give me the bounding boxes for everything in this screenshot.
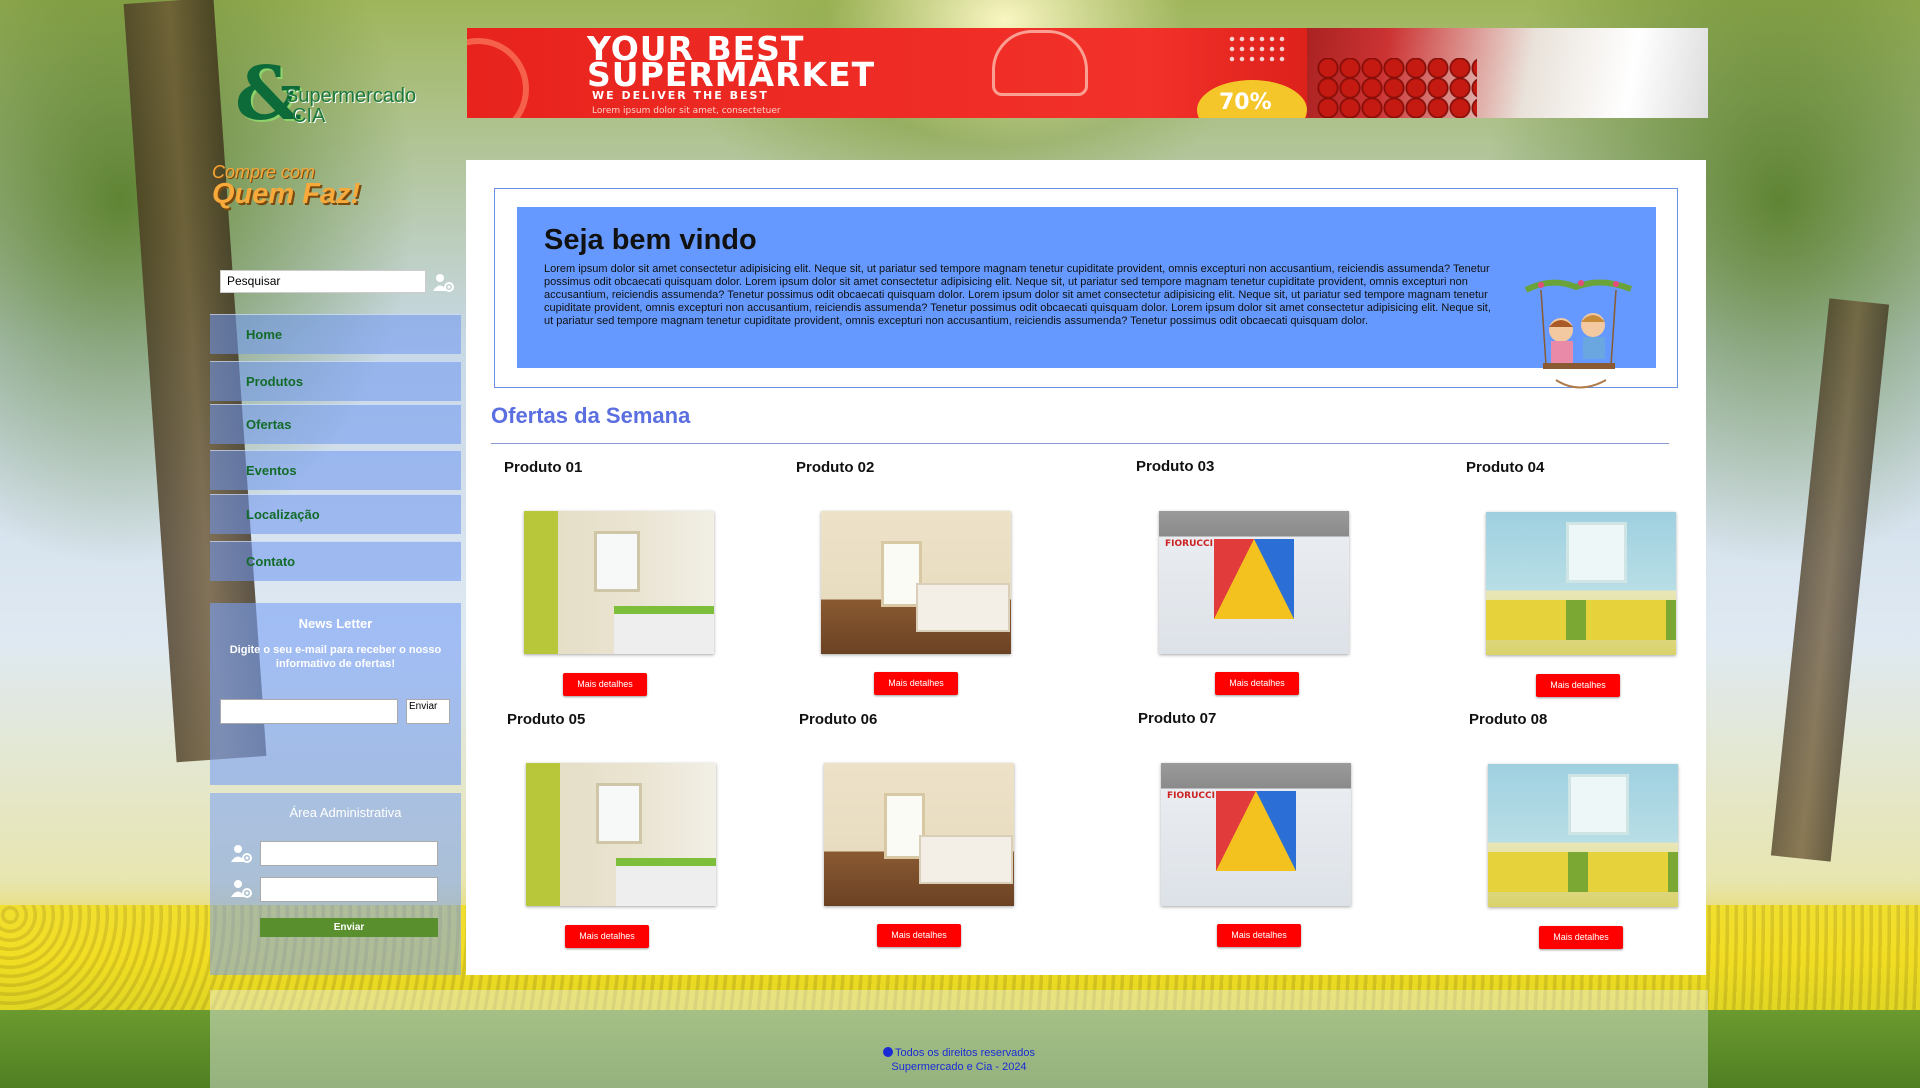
newsletter-panel: News Letter Digite o seu e-mail para rec… [210, 603, 461, 785]
globe-icon [882, 1047, 893, 1057]
welcome-text: Lorem ipsum dolor sit amet consectetur a… [544, 263, 1491, 327]
welcome-title: Seja bem vindo [544, 224, 757, 256]
site-logo[interactable]: & Supermercado CIA [235, 57, 435, 145]
footer-company: Supermercado e Cia - 2024 [891, 1060, 1027, 1073]
newsletter-submit-button[interactable]: Enviar [406, 699, 450, 724]
nav-item-localizacao[interactable]: Localização [210, 494, 461, 534]
product-image[interactable] [1488, 764, 1678, 907]
nav-item-label: Localização [246, 507, 320, 522]
offers-title: Ofertas da Semana [491, 403, 691, 428]
user-gear-icon [231, 880, 252, 898]
nav-item-label: Eventos [246, 463, 297, 478]
user-gear-icon [231, 845, 252, 863]
product-details-button[interactable]: Mais detalhes [874, 672, 958, 695]
slogan-highlight: Quem Faz! [212, 178, 361, 210]
nav-item-produtos[interactable]: Produtos [210, 361, 461, 401]
nav-item-contato[interactable]: Contato [210, 541, 461, 581]
product-details-button[interactable]: Mais detalhes [877, 924, 961, 947]
welcome-box: Seja bem vindo Lorem ipsum dolor sit ame… [517, 207, 1656, 368]
nav-item-label: Home [246, 327, 283, 342]
banner-tagline: WE DELIVER THE BEST [592, 89, 769, 102]
footer-copyright: Todos os direitos reservados Supermercad… [210, 1047, 1708, 1075]
search-input[interactable]: Pesquisar [220, 270, 426, 293]
product-image[interactable] [524, 511, 714, 654]
product-name: Produto 02 [796, 459, 875, 476]
product-name: Produto 05 [507, 711, 586, 728]
banner-subtext: Lorem ipsum dolor sit amet, consectetuer [592, 106, 781, 116]
product-details-button[interactable]: Mais detalhes [563, 673, 647, 696]
product-image[interactable] [1161, 763, 1351, 906]
offers-divider [491, 443, 1669, 444]
promo-banner[interactable]: YOUR BEST SUPERMARKET WE DELIVER THE BES… [467, 28, 1708, 118]
logo-name-sub: CIA [292, 105, 326, 127]
kids-swing-illustration [1524, 279, 1633, 389]
background-tree-trunk [1770, 298, 1890, 862]
nav-item-eventos[interactable]: Eventos [210, 450, 461, 490]
product-details-button[interactable]: Mais detalhes [1215, 672, 1299, 695]
broccoli-icon [992, 30, 1088, 96]
product-details-button[interactable]: Mais detalhes [565, 925, 649, 948]
product-name: Produto 04 [1466, 459, 1545, 476]
newsletter-title: News Letter [298, 616, 373, 631]
product-details-button[interactable]: Mais detalhes [1536, 674, 1620, 697]
product-name: Produto 07 [1138, 710, 1217, 727]
product-image[interactable] [821, 511, 1011, 654]
product-name: Produto 01 [504, 459, 583, 476]
footer: Todos os direitos reservados Supermercad… [210, 990, 1708, 1088]
admin-password-input[interactable] [260, 877, 438, 902]
product-details-button[interactable]: Mais detalhes [1217, 924, 1301, 947]
product-name: Produto 06 [799, 711, 878, 728]
nav-item-label: Ofertas [246, 417, 292, 432]
product-image[interactable] [1486, 512, 1676, 655]
product-image[interactable] [526, 763, 716, 906]
discount-value: 70% [1219, 90, 1272, 115]
banner-decoration [467, 38, 529, 118]
admin-panel: Área Administrativa Enviar [210, 793, 461, 975]
product-name: Produto 03 [1136, 458, 1215, 475]
product-image[interactable] [824, 763, 1014, 906]
search-icon[interactable] [432, 272, 456, 294]
admin-submit-button[interactable]: Enviar [260, 918, 438, 937]
footer-rights: Todos os direitos reservados [894, 1047, 1035, 1059]
nav-item-label: Contato [246, 554, 296, 569]
admin-username-input[interactable] [260, 841, 438, 866]
admin-title: Área Administrativa [289, 805, 402, 820]
nav-item-ofertas[interactable]: Ofertas [210, 404, 461, 444]
nav-item-label: Produtos [246, 374, 304, 389]
banner-dots [1227, 34, 1287, 64]
product-image[interactable] [1159, 511, 1349, 654]
product-details-button[interactable]: Mais detalhes [1539, 926, 1623, 949]
tomatoes-image [1317, 58, 1477, 118]
newsletter-description: Digite o seu e-mail para receber o nosso… [229, 644, 442, 671]
nav-item-home[interactable]: Home [210, 314, 461, 354]
product-name: Produto 08 [1469, 711, 1548, 728]
main-content: Seja bem vindo Lorem ipsum dolor sit ame… [466, 160, 1706, 975]
newsletter-email-input[interactable] [220, 699, 398, 724]
banner-headline-2: SUPERMARKET [587, 55, 876, 94]
